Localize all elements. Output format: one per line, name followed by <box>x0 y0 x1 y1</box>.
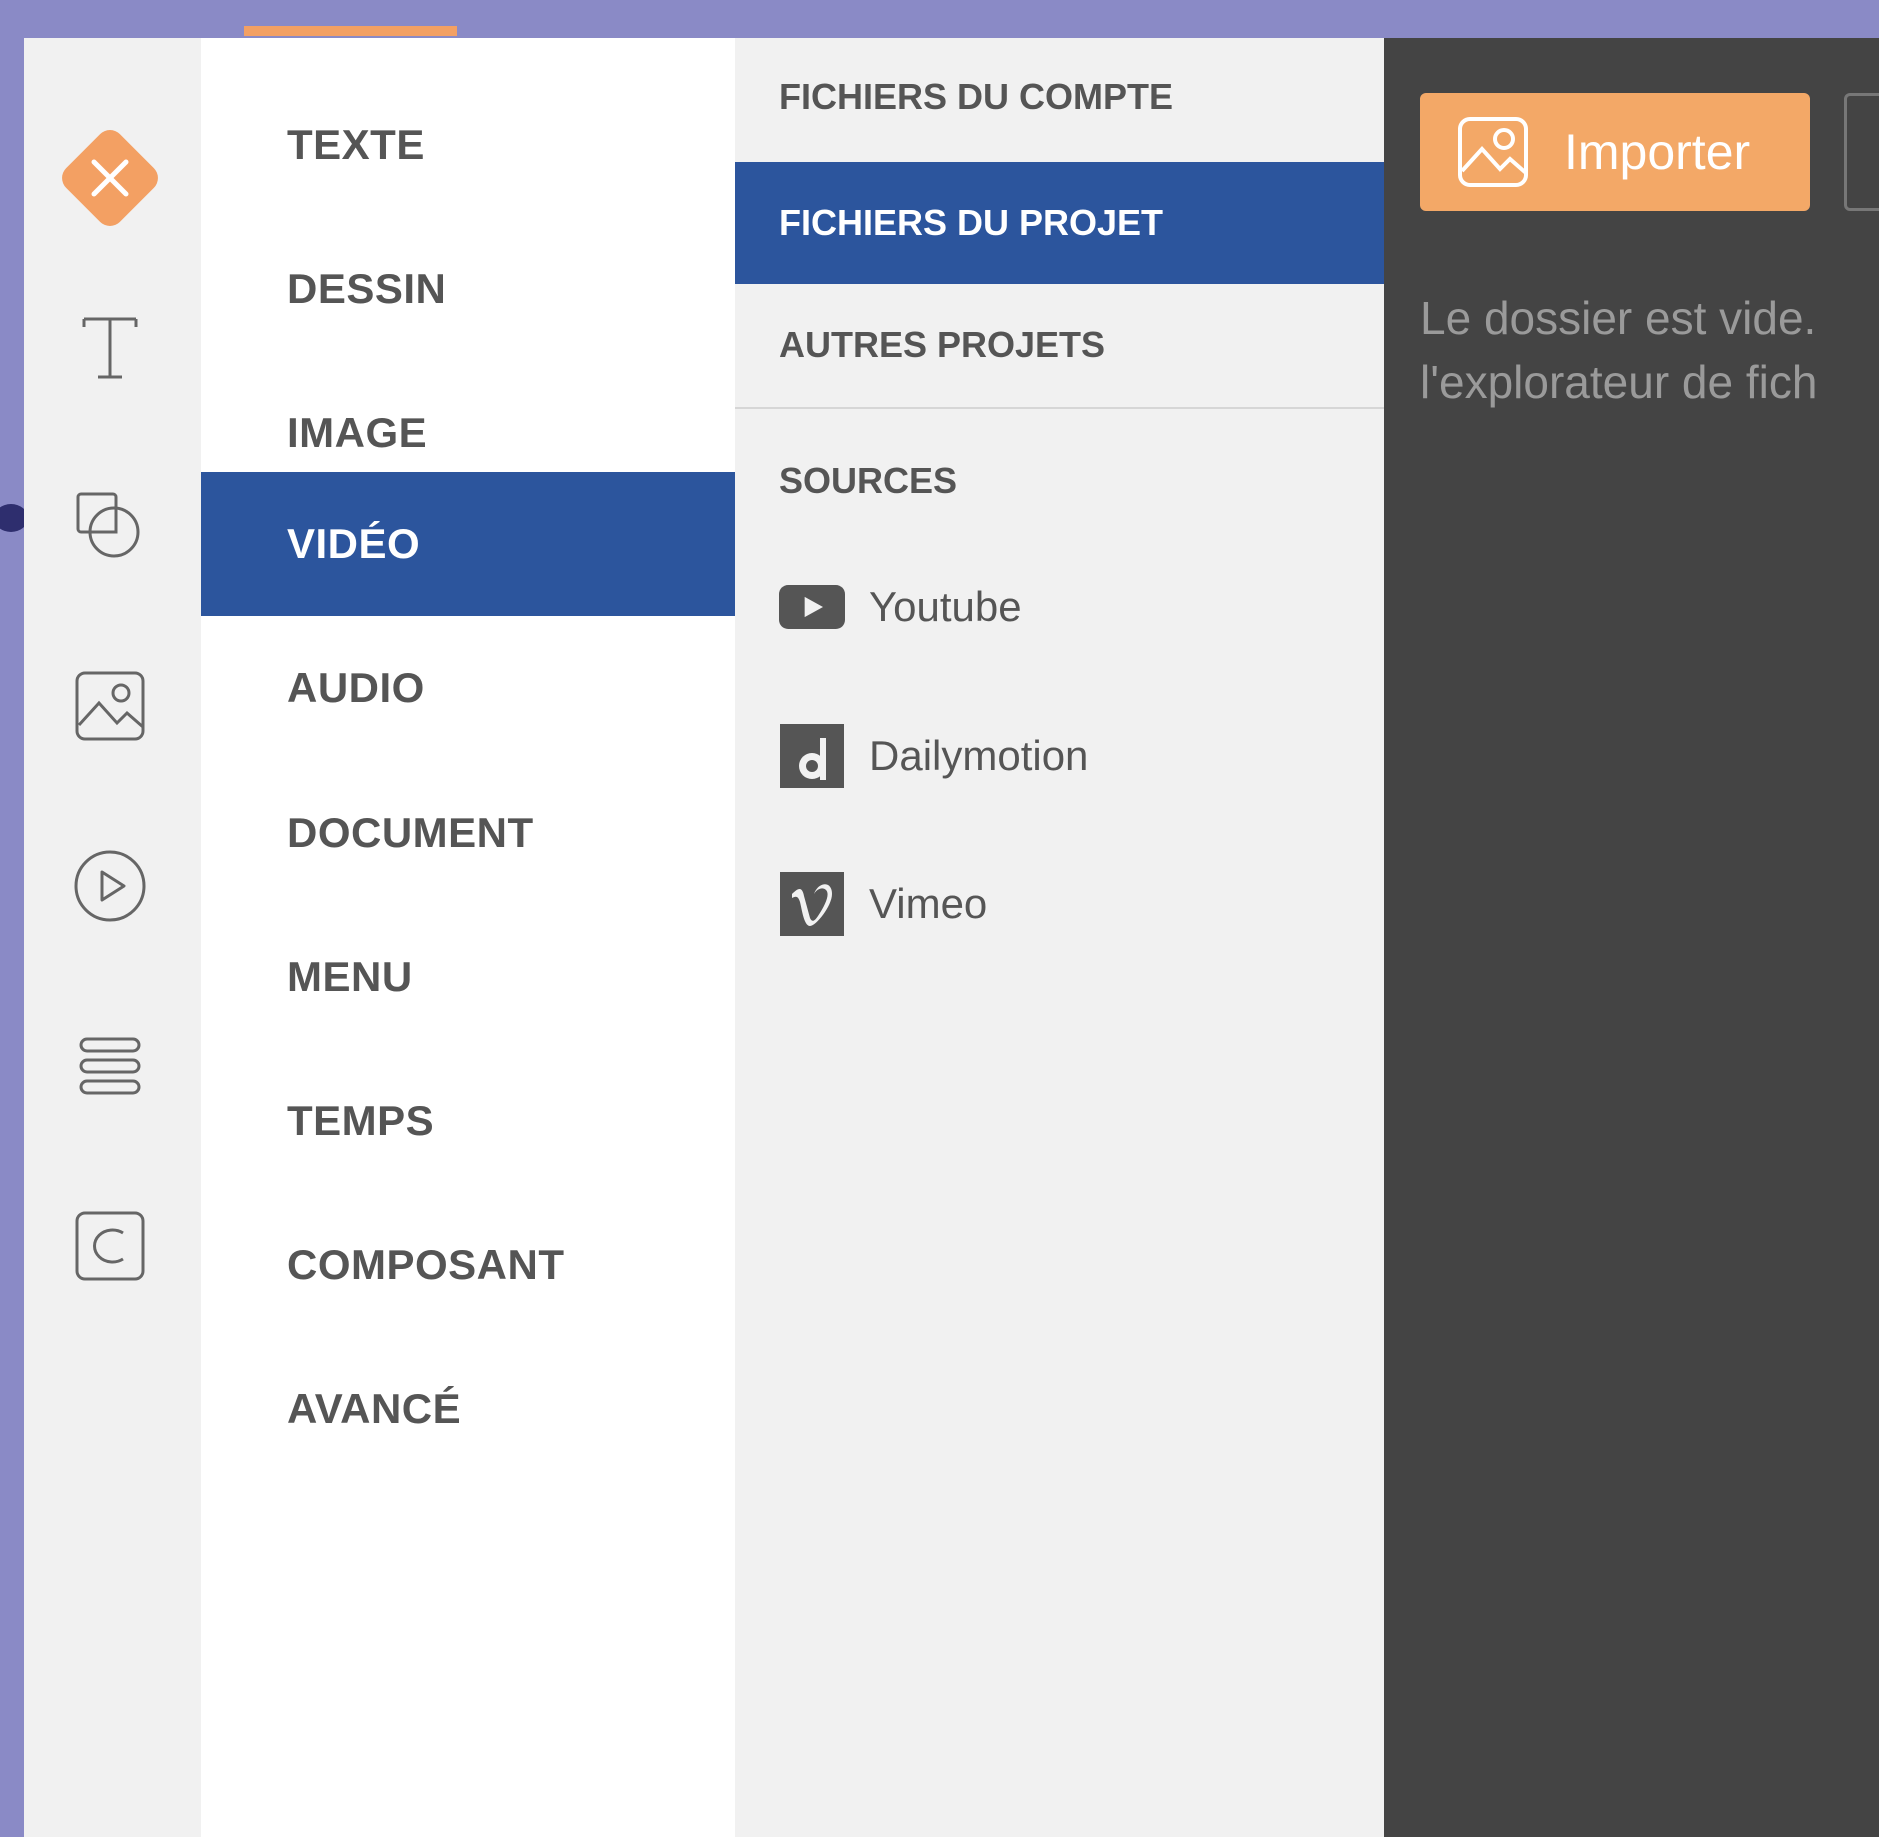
active-tab-indicator <box>244 26 457 36</box>
import-button[interactable]: Importer <box>1420 93 1810 211</box>
category-temps[interactable]: TEMPS <box>201 1049 735 1193</box>
sub-autres-projets[interactable]: AUTRES PROJETS <box>735 284 1384 406</box>
sub-fichiers-du-projet[interactable]: FICHIERS DU PROJET <box>735 162 1384 284</box>
divider <box>735 407 1384 409</box>
close-icon <box>62 130 158 226</box>
rail-text-button[interactable] <box>70 308 150 388</box>
icon-rail <box>24 38 201 1837</box>
rail-image-button[interactable] <box>70 666 150 746</box>
rail-menu-button[interactable] <box>70 1026 150 1106</box>
source-youtube[interactable]: Youtube <box>779 572 1022 642</box>
dailymotion-icon <box>779 723 845 789</box>
image-icon <box>1456 115 1530 189</box>
category-audio[interactable]: AUDIO <box>201 616 735 760</box>
image-icon <box>75 671 145 741</box>
secondary-button[interactable] <box>1844 93 1879 211</box>
sub-fichiers-du-compte[interactable]: FICHIERS DU COMPTE <box>735 36 1384 158</box>
empty-folder-message: Le dossier est vide. l'explorateur de fi… <box>1420 286 1879 414</box>
category-list: TEXTE DESSIN IMAGE VIDÉO AUDIO DOCUMENT … <box>201 38 735 1837</box>
text-icon <box>82 317 138 379</box>
file-browser-panel: Importer Le dossier est vide. l'explorat… <box>1384 38 1879 1837</box>
rail-shapes-button[interactable] <box>70 486 150 566</box>
menu-icon <box>79 1037 141 1095</box>
import-button-label: Importer <box>1564 124 1751 180</box>
source-youtube-label: Youtube <box>869 583 1022 630</box>
rail-component-button[interactable] <box>70 1206 150 1286</box>
empty-message-line-2: l'explorateur de fich <box>1420 356 1818 408</box>
play-icon <box>74 850 146 922</box>
category-document[interactable]: DOCUMENT <box>201 761 735 905</box>
vimeo-icon <box>779 871 845 937</box>
sources-heading: SOURCES <box>779 460 958 501</box>
rail-video-button[interactable] <box>70 846 150 926</box>
empty-message-line-1: Le dossier est vide. <box>1420 292 1817 344</box>
source-vimeo[interactable]: Vimeo <box>779 869 987 939</box>
component-icon <box>75 1211 145 1281</box>
shapes-icon <box>76 492 140 558</box>
category-dessin[interactable]: DESSIN <box>201 217 735 361</box>
category-video[interactable]: VIDÉO <box>201 472 735 616</box>
category-composant[interactable]: COMPOSANT <box>201 1193 735 1337</box>
category-menu[interactable]: MENU <box>201 905 735 1049</box>
media-library-panel: TEXTE DESSIN IMAGE VIDÉO AUDIO DOCUMENT … <box>24 26 1879 1837</box>
source-vimeo-label: Vimeo <box>869 880 988 927</box>
youtube-icon <box>779 574 845 640</box>
category-avance[interactable]: AVANCÉ <box>201 1337 735 1481</box>
close-button[interactable] <box>50 118 170 238</box>
file-source-list: FICHIERS DU COMPTE FICHIERS DU PROJET AU… <box>735 38 1384 1837</box>
source-dailymotion-label: Dailymotion <box>869 732 1089 779</box>
category-texte[interactable]: TEXTE <box>201 73 735 217</box>
source-dailymotion[interactable]: Dailymotion <box>779 721 1088 791</box>
